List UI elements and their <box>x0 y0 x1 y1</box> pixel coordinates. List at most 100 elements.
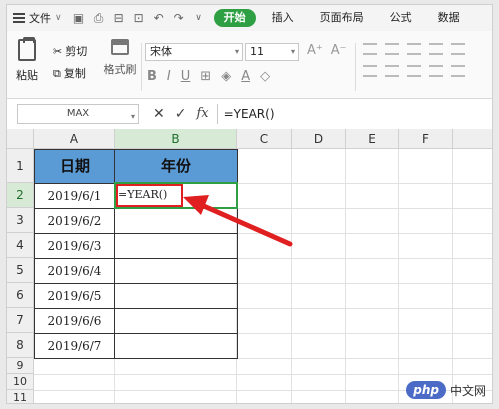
borders-icon[interactable]: ⊞ <box>200 69 211 84</box>
chevron-down-icon: ▾ <box>130 112 135 121</box>
row-header-3[interactable]: 3 <box>7 208 34 233</box>
align-distributed-icon[interactable] <box>451 43 465 55</box>
export-icon[interactable]: ⎙ <box>92 11 106 26</box>
chevron-down-icon: ∨ <box>55 13 62 23</box>
tab-formulas[interactable]: 公式 <box>380 9 422 27</box>
tab-insert[interactable]: 插入 <box>262 9 304 27</box>
confirm-icon[interactable]: ✓ <box>175 106 187 122</box>
divider <box>355 43 356 91</box>
watermark-text: 中文网 <box>449 383 486 398</box>
font-size-tools: A⁺ A⁻ <box>307 43 347 58</box>
table-row-border <box>34 333 238 334</box>
cut-button[interactable]: ✂ 剪切 <box>53 41 87 63</box>
php-logo: php <box>406 381 446 399</box>
align-middle-icon[interactable] <box>385 43 399 55</box>
format-painter-label: 格式刷 <box>103 63 137 76</box>
preview-icon[interactable]: ⊡ <box>132 11 146 25</box>
indent-icon[interactable] <box>429 65 443 77</box>
column-header-e[interactable]: E <box>346 129 399 149</box>
red-arrow-icon <box>183 195 293 247</box>
quick-access-toolbar: ▣ ⎙ ⊟ ⊡ ↶ ↷ ∨ <box>72 11 206 26</box>
paste-label: 粘贴 <box>16 69 38 82</box>
row-header-2[interactable]: 2 <box>7 183 34 208</box>
watermark: php 中文网 <box>406 381 486 399</box>
align-justify-icon[interactable] <box>429 43 443 55</box>
row-header-5[interactable]: 5 <box>7 258 34 283</box>
gridline <box>291 149 292 403</box>
clear-format-icon[interactable]: ◇ <box>260 69 270 84</box>
font-size-value: 11 <box>250 45 264 58</box>
save-icon[interactable]: ▣ <box>72 11 86 25</box>
font-name-select[interactable]: 宋体 ▾ <box>145 43 243 61</box>
align-center-icon[interactable] <box>385 65 399 77</box>
font-size-select[interactable]: 11 ▾ <box>245 43 299 61</box>
column-header-b[interactable]: B <box>115 129 237 149</box>
scissors-icon: ✂ <box>53 45 63 58</box>
format-row: B I U ⊞ ◈ A ◇ <box>147 69 270 84</box>
cut-label: 剪切 <box>65 45 88 58</box>
underline-button[interactable]: U <box>181 69 191 84</box>
decrease-font-icon[interactable]: A⁻ <box>331 43 347 58</box>
row-header-6[interactable]: 6 <box>7 283 34 308</box>
row-header-11[interactable]: 11 <box>7 390 34 403</box>
gridline <box>345 149 346 403</box>
alignment-group <box>363 43 483 87</box>
name-box-value: MAX <box>66 108 90 119</box>
copy-button[interactable]: ⧉ 复制 <box>53 63 87 85</box>
row-header-7[interactable]: 7 <box>7 308 34 333</box>
row-header-8[interactable]: 8 <box>7 333 34 358</box>
paste-button[interactable]: 粘贴 <box>13 37 41 83</box>
file-menu[interactable]: 文件 ∨ <box>13 10 62 26</box>
select-all-corner[interactable] <box>7 129 34 149</box>
tab-data[interactable]: 数据 <box>428 9 470 27</box>
align-left-icon[interactable] <box>363 65 377 77</box>
column-header-f[interactable]: F <box>399 129 453 149</box>
cell-b2-editor[interactable]: =YEAR() <box>118 185 167 205</box>
print-icon[interactable]: ⊟ <box>112 11 126 25</box>
row-header-10[interactable]: 10 <box>7 374 34 390</box>
bold-button[interactable]: B <box>147 69 157 84</box>
name-box[interactable]: MAX ▾ <box>17 104 139 124</box>
table-column-border <box>114 149 115 359</box>
tab-home[interactable]: 开始 <box>213 9 256 27</box>
formula-controls: ✕ ✓ fx <box>153 106 209 122</box>
brush-icon <box>111 39 129 55</box>
column-header-c[interactable]: C <box>237 129 292 149</box>
clipboard-group: ✂ 剪切 ⧉ 复制 <box>53 41 87 85</box>
chevron-down-icon: ▾ <box>290 47 295 56</box>
copy-icon: ⧉ <box>53 67 61 80</box>
redo-icon[interactable]: ↷ <box>172 11 186 25</box>
table-row-border <box>34 308 238 309</box>
format-painter-button[interactable]: 格式刷 <box>103 39 137 77</box>
undo-icon[interactable]: ↶ <box>152 11 166 25</box>
hamburger-icon <box>13 13 25 23</box>
gridline <box>34 374 492 375</box>
chevron-down-icon: ▾ <box>234 47 239 56</box>
more-icon[interactable]: ∨ <box>192 13 206 23</box>
cancel-icon[interactable]: ✕ <box>153 106 165 122</box>
align-right-icon[interactable] <box>407 65 421 77</box>
tab-page-layout[interactable]: 页面布局 <box>310 9 374 27</box>
row-header-1[interactable]: 1 <box>7 149 34 183</box>
table-row-border <box>34 283 238 284</box>
align-top-icon[interactable] <box>363 43 377 55</box>
outdent-icon[interactable] <box>451 65 465 77</box>
gridline <box>398 149 399 403</box>
row-header-9[interactable]: 9 <box>7 358 34 374</box>
align-bottom-icon[interactable] <box>407 43 421 55</box>
formula-input[interactable]: =YEAR() <box>216 104 492 124</box>
ribbon-tabs: 开始 插入 页面布局 公式 数据 <box>213 9 470 27</box>
formula-bar: MAX ▾ ✕ ✓ fx =YEAR() <box>7 103 492 125</box>
gridline <box>452 149 453 403</box>
increase-font-icon[interactable]: A⁺ <box>307 43 323 58</box>
clipboard-icon <box>18 37 36 61</box>
column-header-a[interactable]: A <box>34 129 115 149</box>
sheet-grid[interactable]: A B C D E F 1 2 3 4 5 6 7 8 9 10 11 日期 年… <box>7 129 492 403</box>
divider <box>141 43 142 91</box>
insert-function-icon[interactable]: fx <box>196 106 208 122</box>
row-header-4[interactable]: 4 <box>7 233 34 258</box>
column-header-d[interactable]: D <box>292 129 346 149</box>
fill-color-icon[interactable]: ◈ <box>221 69 231 84</box>
italic-button[interactable]: I <box>167 69 171 84</box>
font-color-icon[interactable]: A <box>241 69 250 84</box>
